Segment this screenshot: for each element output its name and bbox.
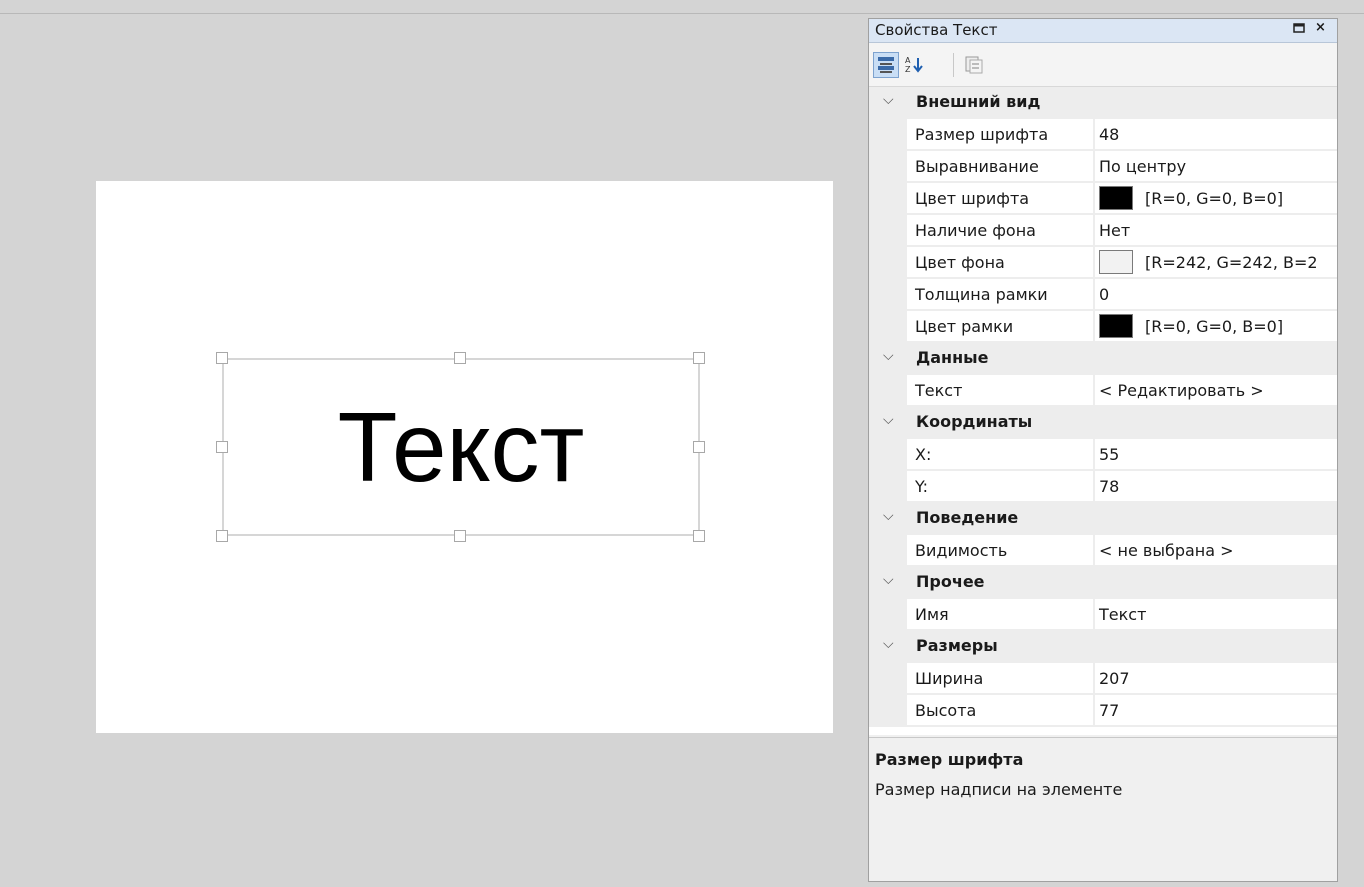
category-label: Размеры	[916, 636, 998, 655]
resize-handle-s[interactable]	[454, 530, 466, 542]
color-value: [R=0, G=0, B=0]	[1145, 189, 1284, 208]
resize-handle-w[interactable]	[216, 441, 228, 453]
property-row[interactable]: Толщина рамки 0	[869, 279, 1337, 311]
property-value[interactable]: 48	[1095, 119, 1337, 150]
color-swatch[interactable]	[1099, 313, 1133, 338]
category-coordinates[interactable]: ⌵ Координаты	[869, 407, 1337, 439]
category-label: Прочее	[916, 572, 985, 591]
property-value[interactable]: 77	[1095, 695, 1337, 726]
panel-toolbar: A Z	[869, 43, 1337, 87]
category-behavior[interactable]: ⌵ Поведение	[869, 503, 1337, 535]
category-other[interactable]: ⌵ Прочее	[869, 567, 1337, 599]
property-row[interactable]: Y: 78	[869, 471, 1337, 503]
property-row[interactable]: Цвет фона [R=242, G=242, B=2	[869, 247, 1337, 279]
description-text: Размер надписи на элементе	[875, 780, 1123, 799]
close-icon[interactable]: ×	[1315, 20, 1326, 35]
chevron-down-icon[interactable]: ⌵	[883, 412, 894, 428]
category-label: Координаты	[916, 412, 1033, 431]
property-name: Цвет шрифта	[907, 183, 1093, 214]
chevron-down-icon[interactable]: ⌵	[883, 92, 894, 108]
description-pane: Размер шрифта Размер надписи на элементе	[869, 737, 1337, 881]
properties-panel: Свойства Текст × A Z ⌵ Внешний вид Разме…	[868, 18, 1338, 882]
property-name: Видимость	[907, 535, 1093, 566]
property-value[interactable]: 207	[1095, 663, 1337, 694]
property-name: Цвет фона	[907, 247, 1093, 278]
resize-handle-ne[interactable]	[693, 352, 705, 364]
property-value[interactable]: 78	[1095, 471, 1337, 502]
property-name: X:	[907, 439, 1093, 470]
top-divider	[0, 13, 1364, 14]
property-value[interactable]: 55	[1095, 439, 1337, 470]
category-appearance[interactable]: ⌵ Внешний вид	[869, 87, 1337, 119]
property-row[interactable]: Текст < Редактировать >	[869, 375, 1337, 407]
property-value[interactable]: Текст	[1095, 599, 1337, 630]
property-name: Цвет рамки	[907, 311, 1093, 342]
property-row[interactable]: Высота 77	[869, 695, 1337, 727]
property-row[interactable]: Выравнивание По центру	[869, 151, 1337, 183]
property-row[interactable]: Размер шрифта 48	[869, 119, 1337, 151]
property-name: Текст	[907, 375, 1093, 406]
chevron-down-icon[interactable]: ⌵	[883, 572, 894, 588]
toolbar-separator	[953, 53, 954, 77]
property-row[interactable]: X: 55	[869, 439, 1337, 471]
category-data[interactable]: ⌵ Данные	[869, 343, 1337, 375]
property-value[interactable]: [R=0, G=0, B=0]	[1095, 311, 1337, 342]
color-value: [R=242, G=242, B=2	[1145, 253, 1318, 272]
resize-handle-se[interactable]	[693, 530, 705, 542]
property-name: Размер шрифта	[907, 119, 1093, 150]
color-swatch[interactable]	[1099, 249, 1133, 274]
property-value[interactable]: По центру	[1095, 151, 1337, 182]
property-name: Наличие фона	[907, 215, 1093, 246]
resize-handle-e[interactable]	[693, 441, 705, 453]
chevron-down-icon[interactable]: ⌵	[883, 636, 894, 652]
panel-title: Свойства Текст	[875, 21, 998, 39]
property-name: Выравнивание	[907, 151, 1093, 182]
text-element[interactable]: Текст	[222, 358, 700, 536]
property-value[interactable]: Нет	[1095, 215, 1337, 246]
property-value[interactable]: 0	[1095, 279, 1337, 310]
property-row[interactable]: Имя Текст	[869, 599, 1337, 631]
panel-titlebar: Свойства Текст ×	[869, 19, 1337, 43]
color-value: [R=0, G=0, B=0]	[1145, 317, 1284, 336]
property-value[interactable]: [R=242, G=242, B=2	[1095, 247, 1337, 278]
property-name: Имя	[907, 599, 1093, 630]
property-name: Толщина рамки	[907, 279, 1093, 310]
property-pages-icon[interactable]	[961, 52, 987, 78]
property-value[interactable]: < Редактировать >	[1095, 375, 1337, 406]
property-row[interactable]: Цвет шрифта [R=0, G=0, B=0]	[869, 183, 1337, 215]
resize-handle-sw[interactable]	[216, 530, 228, 542]
property-value[interactable]: < не выбрана >	[1095, 535, 1337, 566]
design-canvas[interactable]: Текст	[96, 181, 833, 733]
svg-text:A: A	[905, 56, 911, 65]
property-name: Высота	[907, 695, 1093, 726]
color-swatch[interactable]	[1099, 185, 1133, 210]
chevron-down-icon[interactable]: ⌵	[883, 348, 894, 364]
property-row[interactable]: Видимость < не выбрана >	[869, 535, 1337, 567]
alphabetical-sort-icon[interactable]: A Z	[901, 52, 927, 78]
svg-text:Z: Z	[905, 65, 911, 74]
category-label: Внешний вид	[916, 92, 1041, 111]
property-row[interactable]: Цвет рамки [R=0, G=0, B=0]	[869, 311, 1337, 343]
property-row[interactable]: Наличие фона Нет	[869, 215, 1337, 247]
resize-handle-n[interactable]	[454, 352, 466, 364]
category-label: Данные	[916, 348, 989, 367]
property-row[interactable]: Ширина 207	[869, 663, 1337, 695]
resize-handle-nw[interactable]	[216, 352, 228, 364]
chevron-down-icon[interactable]: ⌵	[883, 508, 894, 524]
property-name: Ширина	[907, 663, 1093, 694]
description-title: Размер шрифта	[875, 750, 1024, 769]
category-size[interactable]: ⌵ Размеры	[869, 631, 1337, 663]
property-name: Y:	[907, 471, 1093, 502]
property-value[interactable]: [R=0, G=0, B=0]	[1095, 183, 1337, 214]
property-grid: ⌵ Внешний вид Размер шрифта 48 Выравнива…	[869, 87, 1337, 735]
category-label: Поведение	[916, 508, 1019, 527]
categorized-icon[interactable]	[873, 52, 899, 78]
maximize-icon[interactable]	[1293, 22, 1305, 37]
